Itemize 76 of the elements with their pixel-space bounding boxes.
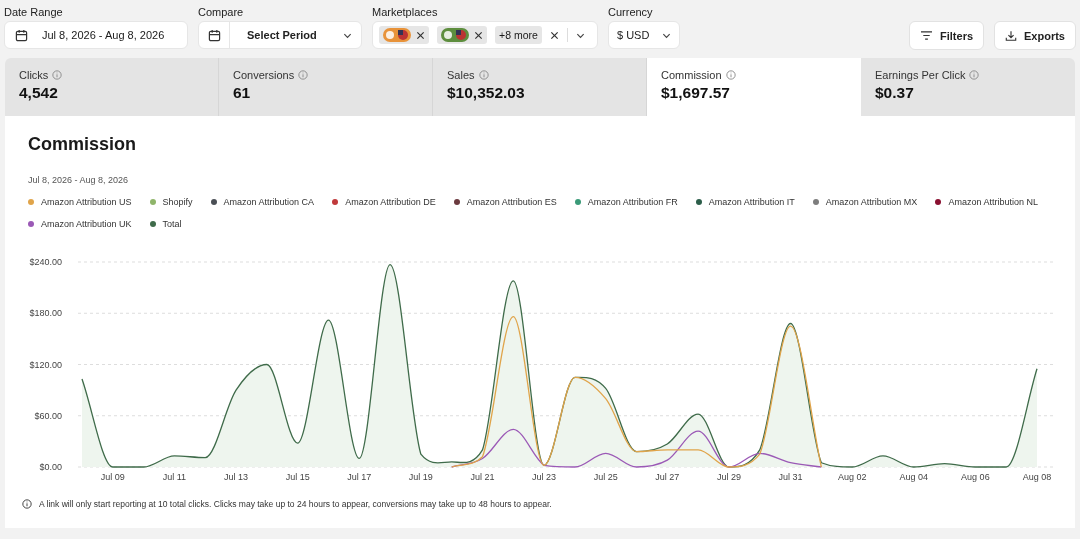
metric-tab[interactable]: Clicks 4,542 <box>5 58 219 116</box>
marketplaces-field[interactable]: +8 more <box>372 21 598 49</box>
metric-tab[interactable]: Earnings Per Click $0.37 <box>861 58 1075 116</box>
legend-label[interactable]: Amazon Attribution US <box>41 197 132 207</box>
more-chip[interactable]: +8 more <box>495 26 542 44</box>
field-label: Compare <box>198 6 245 18</box>
date-range-subtitle: Jul 8, 2026 - Aug 8, 2026 <box>28 175 130 185</box>
metric-value: 4,542 <box>19 84 59 102</box>
exports-button[interactable]: Exports <box>994 21 1076 50</box>
metric-tab[interactable]: Commission $1,697.57 <box>647 58 861 116</box>
footnote: A link will only start reporting at 10 total clicks. Clicks may take up to 24 hours to appear, conversions may take up to 48 hours to appear. <box>39 499 552 509</box>
currency-dropdown[interactable]: $ USD <box>608 21 680 49</box>
x-axis-label: Jul 23 <box>532 472 557 482</box>
metric-tab[interactable]: Conversions 61 <box>219 58 433 116</box>
metric-value: $0.37 <box>875 84 915 102</box>
close-icon[interactable] <box>416 30 425 40</box>
date-range-field[interactable]: Jul 8, 2026 - Aug 8, 2026 <box>4 21 188 49</box>
legend-label[interactable]: Amazon Attribution UK <box>41 219 132 229</box>
field-label: Currency <box>608 6 654 18</box>
legend-label[interactable]: Shopify <box>162 197 193 207</box>
info-icon <box>969 70 980 80</box>
metric-label: Conversions <box>233 69 295 81</box>
legend-label[interactable]: Amazon Attribution MX <box>825 197 918 207</box>
metric-label: Clicks <box>19 69 49 81</box>
filter-icon <box>920 30 933 41</box>
metric-value: 61 <box>233 84 252 102</box>
legend-label[interactable]: Amazon Attribution CA <box>223 197 315 207</box>
x-axis-label: Jul 15 <box>285 472 310 482</box>
calendar-icon <box>15 28 28 42</box>
chart-title: Commission <box>28 134 138 155</box>
calendar-icon <box>207 28 221 42</box>
marketplace-chip[interactable] <box>437 26 487 44</box>
x-axis-label: Aug 02 <box>837 472 867 482</box>
x-axis-label: Jul 13 <box>224 472 249 482</box>
metric-label: Earnings Per Click <box>875 69 966 81</box>
legend-label[interactable]: Amazon Attribution ES <box>466 197 557 207</box>
info-icon <box>22 499 32 509</box>
x-axis-label: Aug 06 <box>961 472 990 482</box>
y-axis-label: $0.00 <box>39 462 62 472</box>
x-axis-label: Aug 04 <box>899 472 929 482</box>
info-icon <box>52 70 63 80</box>
field-label: Date Range <box>4 6 64 18</box>
close-icon[interactable] <box>474 30 483 40</box>
metric-tab[interactable]: Sales $10,352.03 <box>433 58 647 116</box>
legend-label[interactable]: Amazon Attribution NL <box>948 197 1038 207</box>
x-axis-label: Jul 09 <box>100 472 125 482</box>
compare-dropdown[interactable]: Select Period <box>198 21 362 49</box>
field-label: Marketplaces <box>372 6 439 18</box>
legend-label[interactable]: Amazon Attribution FR <box>587 197 678 207</box>
metric-value: $10,352.03 <box>447 84 526 102</box>
x-axis-label: Jul 17 <box>347 472 372 482</box>
marketplace-chip[interactable] <box>379 26 429 44</box>
y-axis-label: $60.00 <box>34 410 62 421</box>
legend-label[interactable]: Amazon Attribution DE <box>345 197 436 207</box>
x-axis-label: Jul 25 <box>593 472 618 482</box>
info-icon <box>725 70 736 80</box>
x-axis-label: Jul 19 <box>408 472 433 482</box>
y-axis-label: $120.00 <box>29 359 62 370</box>
metric-value: $1,697.57 <box>661 84 731 102</box>
metric-label: Commission <box>661 69 722 81</box>
x-axis-label: Jul 11 <box>162 472 187 482</box>
info-icon <box>478 70 489 80</box>
filters-button[interactable]: Filters <box>909 21 985 50</box>
close-icon[interactable] <box>549 30 559 40</box>
y-axis-label: $180.00 <box>29 308 62 319</box>
download-icon <box>1005 29 1018 42</box>
legend-label[interactable]: Amazon Attribution IT <box>708 197 795 207</box>
metric-label: Sales <box>447 69 475 81</box>
x-axis-label: Jul 21 <box>470 472 495 482</box>
x-axis-label: Jul 31 <box>778 472 803 482</box>
x-axis-label: Jul 29 <box>716 472 741 482</box>
y-axis-label: $240.00 <box>29 257 62 267</box>
info-icon <box>298 70 309 80</box>
x-axis-label: Aug 08 <box>1022 472 1052 482</box>
legend-label[interactable]: Total <box>162 219 182 229</box>
x-axis-label: Jul 27 <box>655 472 680 482</box>
